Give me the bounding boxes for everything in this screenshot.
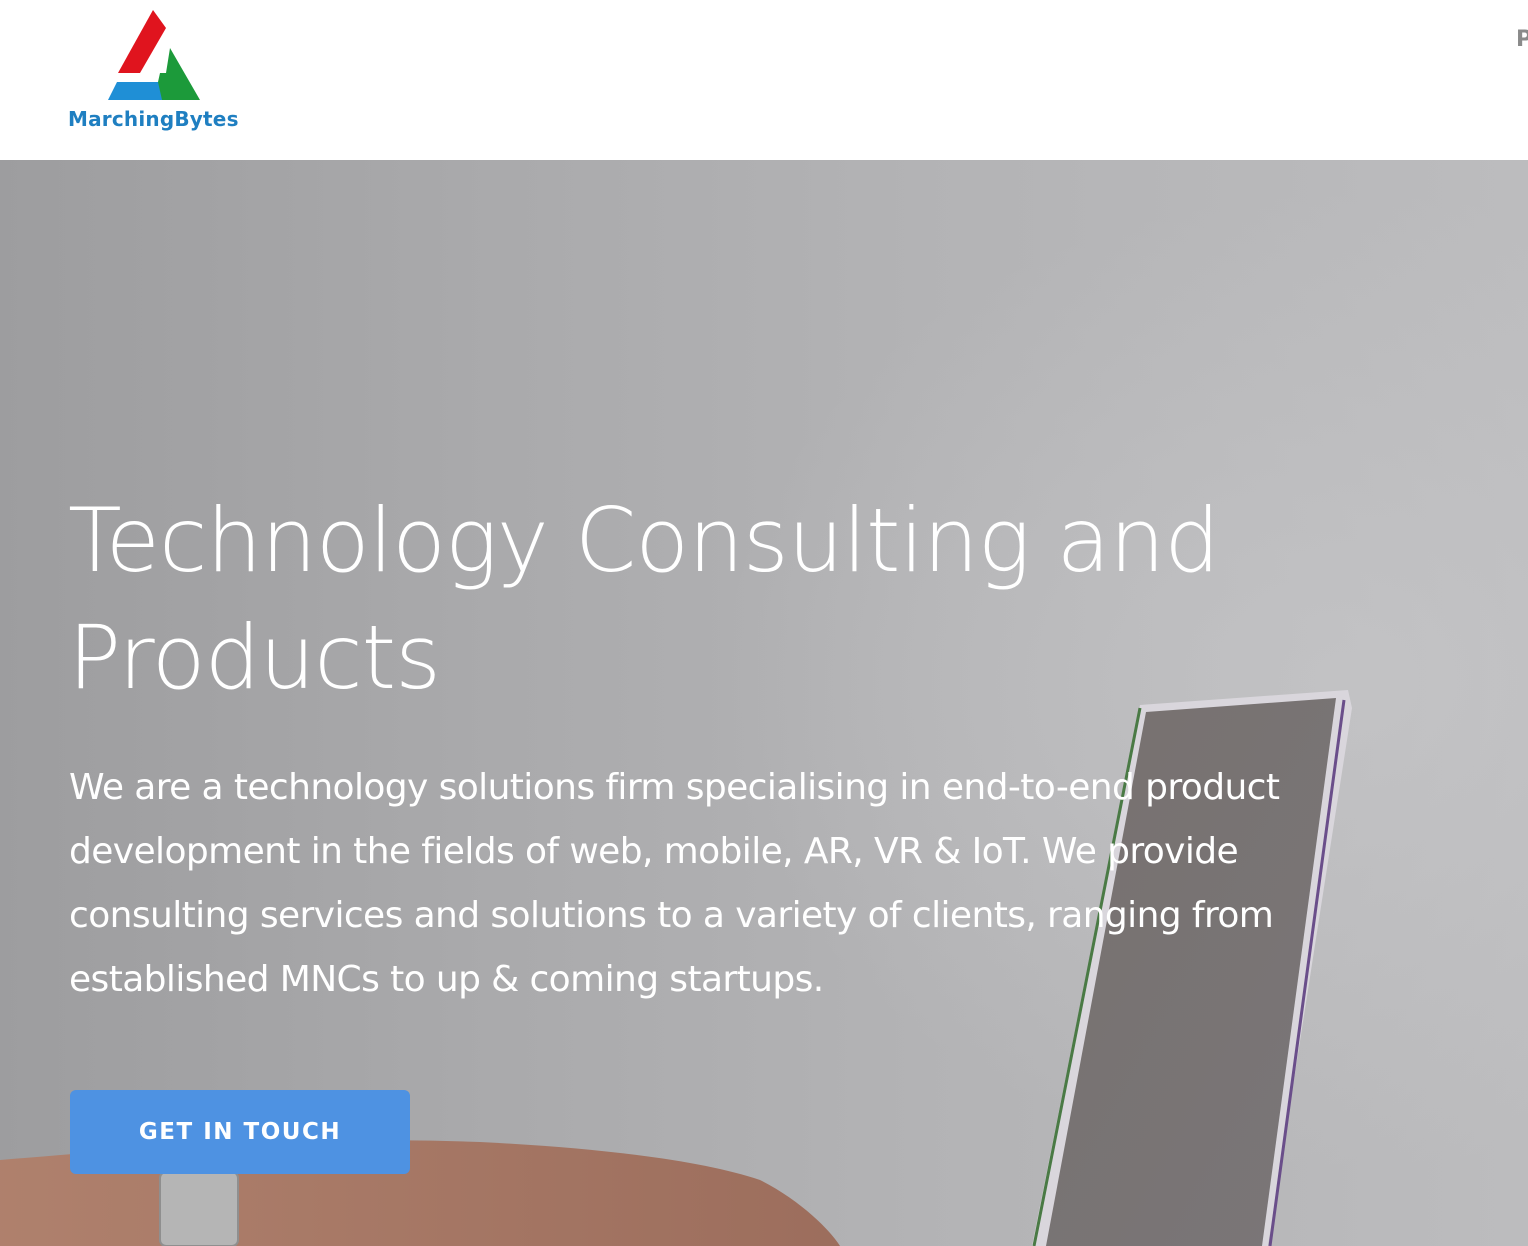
nav-item-partial[interactable]: P [1516, 27, 1528, 52]
logo-link[interactable]: MarchingBytes [66, 10, 242, 135]
hero-description: We are a technology solutions firm speci… [69, 767, 1280, 1000]
hero-title: Technology Consulting and Products [68, 489, 1220, 709]
marchingbytes-logo-icon [108, 10, 200, 100]
site-header: MarchingBytes P [0, 0, 1528, 160]
logo-text: MarchingBytes [68, 107, 239, 131]
hero-section: Technology Consulting and Products We ar… [0, 160, 1528, 1246]
get-in-touch-button[interactable]: GET IN TOUCH [70, 1090, 410, 1174]
